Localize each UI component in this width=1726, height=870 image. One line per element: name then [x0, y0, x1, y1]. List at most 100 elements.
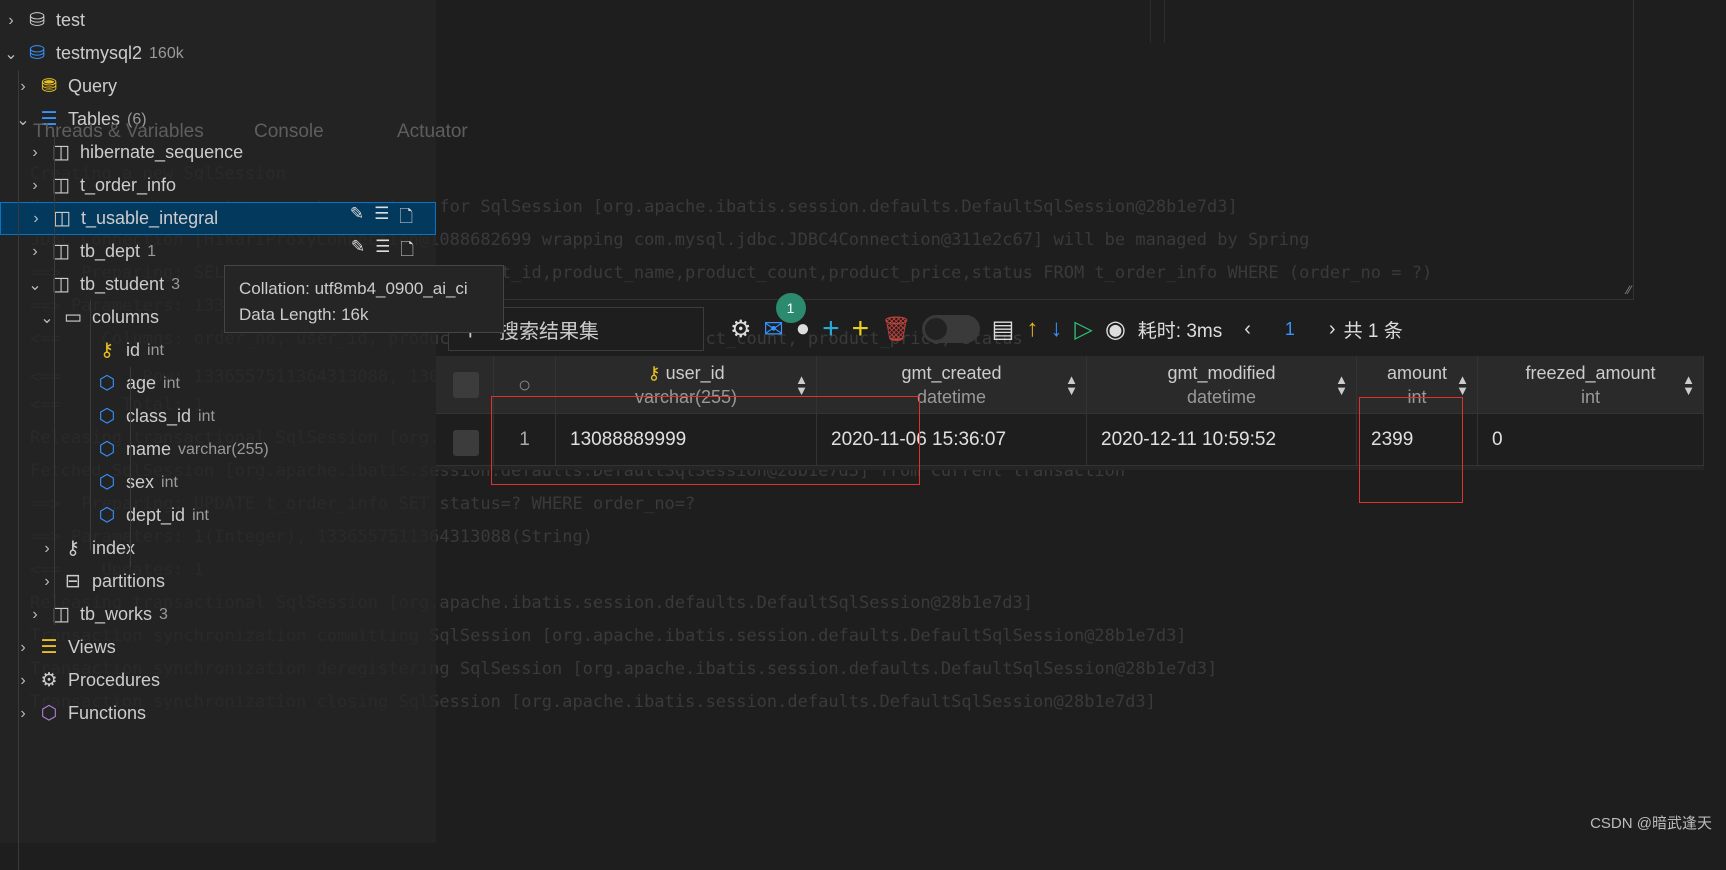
mail-icon[interactable]: ✉ 1	[764, 292, 806, 344]
sidebar-item-t-order-info[interactable]: › ◫ t_order_info	[0, 169, 436, 202]
sidebar-item-label: name	[126, 439, 172, 459]
database-icon: ⛁	[29, 10, 45, 31]
query-editor[interactable]: ⁄⁄	[436, 0, 1634, 300]
edit-pencil-icon[interactable]: ✎	[351, 237, 365, 266]
sidebar-item-class-id[interactable]: ⬡ class_id int	[0, 400, 436, 433]
column-name: user_id	[665, 363, 725, 383]
sidebar-item-index[interactable]: › ⚷ index	[0, 532, 436, 565]
chevron-down-icon[interactable]: ⌄	[4, 44, 18, 64]
sort-icon[interactable]: ▲ ▼	[795, 373, 808, 397]
chevron-right-icon[interactable]: ›	[28, 144, 42, 162]
chevron-right-icon[interactable]: ›	[28, 243, 42, 261]
sort-icon[interactable]: ▲ ▼	[1335, 373, 1348, 397]
sidebar-item-tables[interactable]: ⌄ ☰ Tables (6)	[0, 103, 436, 136]
chevron-right-icon[interactable]: ›	[40, 573, 54, 591]
sidebar-item-t-usable-integral[interactable]: › ◫ t_usable_integral ✎ ☰ 🗋	[0, 202, 436, 235]
sidebar-item-label: tb_works	[80, 604, 153, 624]
divider	[1164, 0, 1165, 43]
sidebar-item-label: Procedures	[68, 670, 161, 690]
sidebar-item-age[interactable]: ⬡ age int	[0, 367, 436, 400]
sidebar-item-procedures[interactable]: › ⚙ Procedures	[0, 664, 436, 697]
sidebar-item-hibernate-sequence[interactable]: › ◫ hibernate_sequence	[0, 136, 436, 169]
sidebar-item-label: Query	[68, 76, 118, 96]
coins-icon: ⛃	[41, 76, 57, 97]
column-header-gmt-modified[interactable]: gmt_modified datetime ▲ ▼	[1087, 356, 1357, 413]
delete-trash-icon[interactable]: 🗑	[881, 315, 911, 344]
run-play-icon[interactable]: ▷	[1074, 315, 1092, 344]
sidebar-item-functions[interactable]: › ⬡ Functions	[0, 697, 436, 730]
sidebar-item-detail: 3	[171, 275, 180, 293]
structure-list-icon[interactable]: ☰	[375, 237, 390, 266]
arrow-down-icon[interactable]: ↓	[1050, 315, 1062, 343]
sidebar-item-detail: int	[147, 341, 164, 359]
sidebar-item-testmysql2[interactable]: ⌄ ⛁ testmysql2 160k	[0, 37, 436, 70]
sidebar-item-sex[interactable]: ⬡ sex int	[0, 466, 436, 499]
next-page-button[interactable]: ›	[1329, 318, 1336, 341]
column-header-freezed-amount[interactable]: freezed_amount int ▲ ▼	[1478, 356, 1704, 413]
cube-icon: ⬡	[98, 373, 116, 394]
sort-icon[interactable]: ▲ ▼	[1456, 373, 1469, 397]
open-file-icon[interactable]: 🗋	[399, 204, 413, 233]
sidebar-item-label: tb_dept	[80, 241, 141, 261]
database-explorer-sidebar: › ⛁ test ⌄ ⛁ testmysql2 160k › ⛃ Query ⌄ ☰ Tables (6)…	[0, 0, 436, 870]
select-all-checkbox[interactable]	[453, 372, 479, 398]
chevron-right-icon[interactable]: ›	[28, 606, 42, 624]
sidebar-item-label: columns	[92, 307, 160, 327]
github-icon[interactable]: ●	[796, 315, 811, 343]
cube-icon: ⬡	[98, 505, 116, 526]
eye-icon[interactable]: ◉	[1105, 315, 1126, 344]
arrow-up-icon[interactable]: ↑	[1026, 315, 1038, 343]
comment-icon[interactable]: ▤	[992, 315, 1015, 344]
key-icon: ⚷	[100, 340, 114, 361]
sidebar-item-dept-id[interactable]: ⬡ dept_id int	[0, 499, 436, 532]
sort-icon[interactable]: ▲ ▼	[1682, 373, 1695, 397]
insert-icon[interactable]: +	[852, 312, 870, 346]
sidebar-item-query[interactable]: › ⛃ Query	[0, 70, 436, 103]
page-number[interactable]: 1	[1285, 319, 1295, 340]
settings-gear-icon[interactable]: ⚙	[730, 315, 752, 344]
chevron-right-icon[interactable]: ›	[40, 540, 54, 558]
prev-page-button[interactable]: ‹	[1244, 318, 1251, 341]
sidebar-item-detail: 160k	[149, 44, 184, 62]
sidebar-item-tb-works[interactable]: › ◫ tb_works 3	[0, 598, 436, 631]
cell-freezed-amount[interactable]: 0	[1478, 414, 1704, 465]
add-row-icon[interactable]: +	[822, 312, 840, 346]
cube-icon: ⬡	[98, 406, 116, 427]
cell-gmt-modified[interactable]: 2020-12-11 10:59:52	[1087, 414, 1357, 465]
sidebar-item-test[interactable]: › ⛁ test	[0, 4, 436, 37]
chevron-right-icon[interactable]: ›	[4, 12, 18, 30]
tooltip-data-length: Data Length: 16k	[239, 305, 369, 324]
chevron-right-icon[interactable]: ›	[29, 210, 43, 228]
edit-pencil-icon[interactable]: ✎	[350, 204, 364, 233]
open-file-icon[interactable]: 🗋	[400, 237, 414, 266]
search-placeholder: 搜索结果集	[499, 320, 599, 343]
sidebar-item-detail: (6)	[127, 110, 147, 128]
sidebar-item-views[interactable]: › ☰ Views	[0, 631, 436, 664]
sidebar-item-label: test	[56, 10, 86, 30]
chevron-down-icon[interactable]: ⌄	[40, 308, 54, 328]
sidebar-item-name[interactable]: ⬡ name varchar(255)	[0, 433, 436, 466]
sidebar-item-label: t_usable_integral	[81, 208, 219, 228]
toggle-switch[interactable]	[921, 315, 980, 343]
result-toolbar: ⚲ 搜索结果集 ⚙ ✉1 ● + + 🗑 ▤ ↑ ↓ ▷ ◉ 耗时: 3ms ‹…	[440, 292, 1540, 353]
total-count: 共 1 条	[1343, 320, 1403, 342]
chevron-down-icon[interactable]: ⌄	[28, 275, 42, 295]
sidebar-item-partitions[interactable]: › ⊟ partitions	[0, 565, 436, 598]
sidebar-item-detail: varchar(255)	[178, 440, 269, 458]
structure-list-icon[interactable]: ☰	[374, 204, 389, 233]
cube-icon: ⬡	[98, 439, 116, 460]
sidebar-item-tb-dept[interactable]: › ◫ tb_dept 1 ✎ ☰ 🗋	[0, 235, 436, 268]
partitions-icon: ⊟	[65, 571, 81, 592]
sidebar-item-id[interactable]: ⚷ id int	[0, 334, 436, 367]
sidebar-item-detail: int	[163, 374, 180, 392]
database-icon: ⛁	[29, 43, 45, 64]
watermark: CSDN @暗武逢天	[1590, 815, 1712, 832]
columns-icon: ▭	[64, 307, 82, 328]
sort-icon[interactable]: ▲ ▼	[1065, 373, 1078, 397]
sidebar-item-label: Functions	[68, 703, 147, 723]
resize-handle-icon[interactable]: ⁄⁄	[1627, 283, 1631, 297]
tree-indent-guide	[130, 367, 131, 567]
chevron-right-icon[interactable]: ›	[28, 177, 42, 195]
row-checkbox[interactable]	[453, 430, 479, 456]
primary-key-icon: ⚷	[647, 363, 666, 383]
